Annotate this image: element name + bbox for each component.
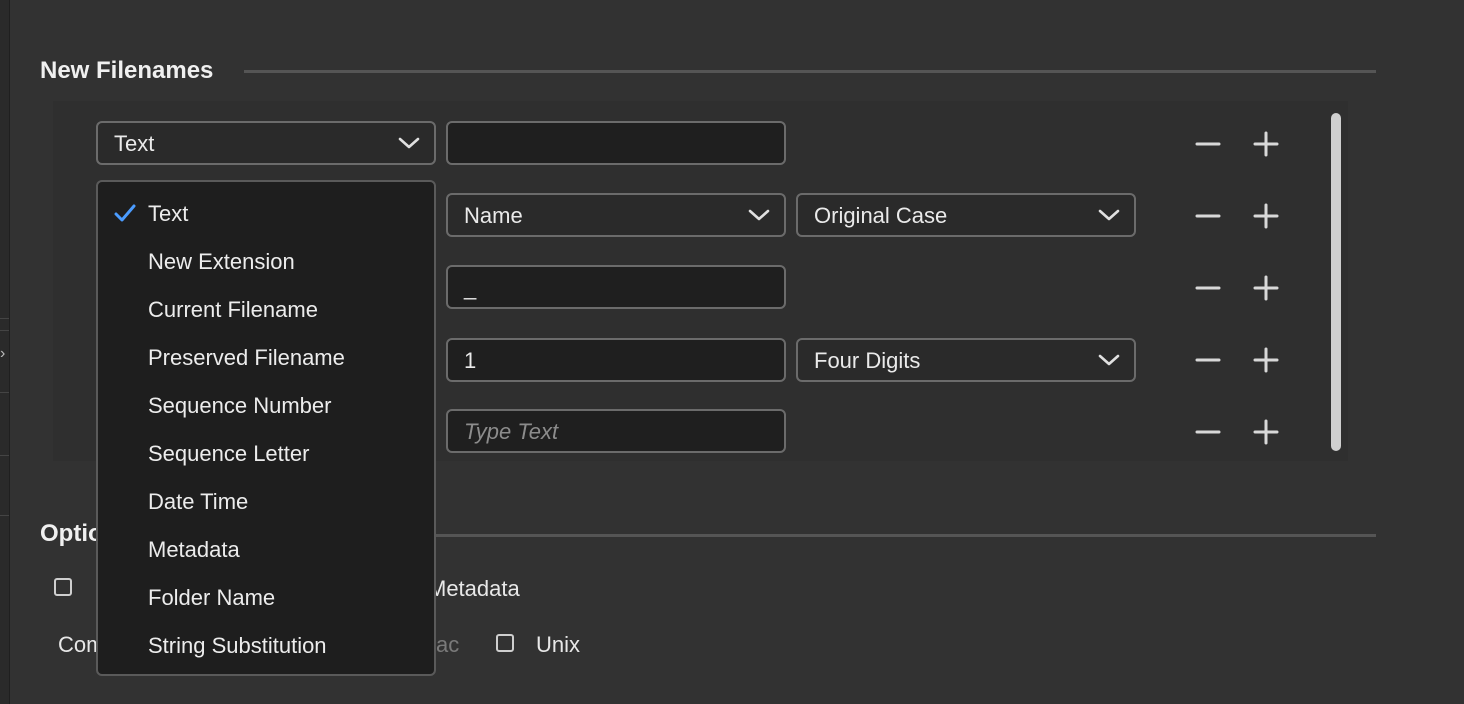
- dropdown-item-label: Preserved Filename: [148, 345, 345, 370]
- dropdown-item-label: Metadata: [148, 537, 240, 562]
- dropdown-item-label: Current Filename: [148, 297, 318, 322]
- section-title-new-filenames: New Filenames: [40, 57, 214, 84]
- row3-text-input[interactable]: _: [446, 265, 786, 309]
- dropdown-item-sequence-number[interactable]: Sequence Number: [98, 382, 434, 430]
- chevron-down-icon: [748, 209, 770, 221]
- chevron-down-icon: [398, 137, 420, 149]
- section-title-options: Optio: [40, 520, 103, 547]
- dropdown-item-preserved-filename[interactable]: Preserved Filename: [98, 334, 434, 382]
- dropdown-item-sequence-letter[interactable]: Sequence Letter: [98, 430, 434, 478]
- row5-text-input[interactable]: Type Text: [446, 409, 786, 453]
- chevron-down-icon: [1098, 354, 1120, 366]
- left-panel-edge: ›: [0, 0, 10, 704]
- rail-divider: [0, 318, 9, 319]
- checkmark-icon: [114, 204, 136, 222]
- dropdown-item-label: Text: [148, 201, 189, 226]
- row1-type-select[interactable]: Text: [96, 121, 436, 165]
- dropdown-item-current-filename[interactable]: Current Filename: [98, 286, 434, 334]
- rail-divider: [0, 515, 9, 516]
- unix-label: Unix: [536, 632, 581, 657]
- plus-icon[interactable]: [1251, 129, 1281, 159]
- section-divider: [420, 534, 1376, 537]
- chevron-down-icon: [1098, 209, 1120, 221]
- rail-divider: [0, 330, 9, 331]
- minus-icon[interactable]: [1193, 129, 1223, 159]
- rail-divider: [0, 392, 9, 393]
- minus-icon[interactable]: [1193, 345, 1223, 375]
- dropdown-item-metadata[interactable]: Metadata: [98, 526, 434, 574]
- select-value: Name: [464, 203, 523, 228]
- dropdown-item-label: Date Time: [148, 489, 249, 514]
- select-value: Text: [114, 131, 155, 156]
- dropdown-item-label: New Extension: [148, 249, 295, 274]
- minus-icon[interactable]: [1193, 201, 1223, 231]
- input-value: 1: [464, 348, 477, 373]
- expand-arrow-icon[interactable]: ›: [0, 344, 9, 364]
- row2-field-select[interactable]: Name: [446, 193, 786, 237]
- plus-icon[interactable]: [1251, 345, 1281, 375]
- row4-number-input[interactable]: 1: [446, 338, 786, 382]
- batch-rename-dialog: › New Filenames Text Name Original Case …: [0, 0, 1464, 704]
- row1-text-input[interactable]: [446, 121, 786, 165]
- input-value: _: [464, 275, 477, 300]
- dropdown-item-label: Sequence Letter: [148, 441, 310, 466]
- type-dropdown-menu: Text New Extension Current Filename Pres…: [96, 180, 436, 676]
- plus-icon[interactable]: [1251, 273, 1281, 303]
- dropdown-item-label: String Substitution: [148, 633, 327, 658]
- input-placeholder: Type Text: [464, 419, 559, 444]
- preserve-metadata-label: Metadata: [428, 576, 520, 601]
- select-value: Four Digits: [814, 348, 921, 373]
- plus-icon[interactable]: [1251, 201, 1281, 231]
- mac-label: ac: [436, 632, 460, 657]
- dropdown-item-text[interactable]: Text: [98, 190, 434, 238]
- dropdown-item-new-extension[interactable]: New Extension: [98, 238, 434, 286]
- minus-icon[interactable]: [1193, 273, 1223, 303]
- row4-digits-select[interactable]: Four Digits: [796, 338, 1136, 382]
- select-value: Original Case: [814, 203, 948, 228]
- rules-scrollbar[interactable]: [1331, 113, 1341, 451]
- dropdown-item-label: Folder Name: [148, 585, 276, 610]
- rail-divider: [0, 455, 9, 456]
- unix-checkbox[interactable]: [496, 634, 514, 652]
- section-divider: [244, 70, 1376, 73]
- dropdown-item-label: Sequence Number: [148, 393, 332, 418]
- plus-icon[interactable]: [1251, 417, 1281, 447]
- options-checkbox[interactable]: [54, 578, 72, 596]
- dropdown-item-date-time[interactable]: Date Time: [98, 478, 434, 526]
- row2-case-select[interactable]: Original Case: [796, 193, 1136, 237]
- minus-icon[interactable]: [1193, 417, 1223, 447]
- dropdown-item-string-substitution[interactable]: String Substitution: [98, 622, 434, 670]
- dropdown-item-folder-name[interactable]: Folder Name: [98, 574, 434, 622]
